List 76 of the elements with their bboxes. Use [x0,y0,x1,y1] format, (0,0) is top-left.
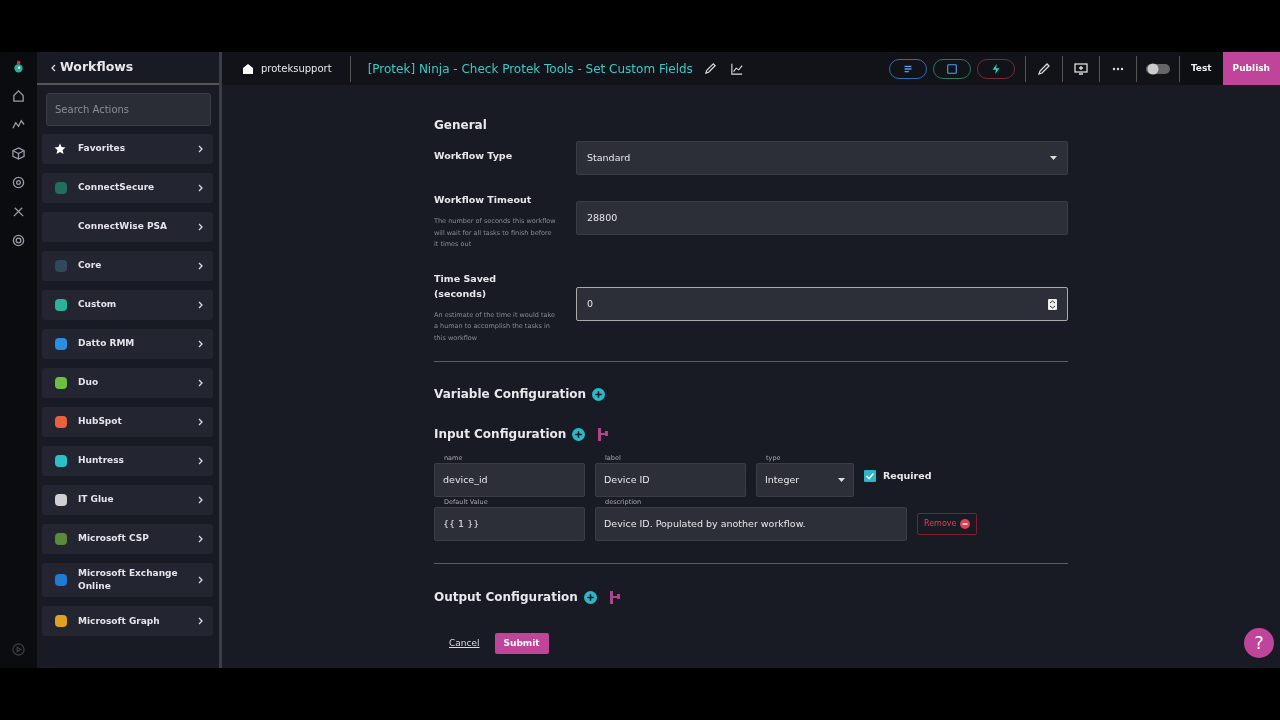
chevron-right-icon [198,379,203,387]
caret-icon [838,478,845,482]
chevron-right-icon [198,576,203,585]
workflow-type-select[interactable]: Standard [576,141,1068,175]
type-select[interactable]: Integer [756,463,854,497]
back-link[interactable]: Workflows [60,58,134,77]
field-label: Time Saved (seconds) [434,272,498,301]
chevron-right-icon [198,145,203,153]
input-field[interactable]: {{ 1 }} [434,507,585,541]
checkbox-label: Required [883,469,932,483]
input-field[interactable]: device_id [434,463,585,497]
add-icon[interactable] [572,427,586,441]
sidebar-item[interactable]: Datto RMM [42,329,213,359]
workflow-title: [Protek] Ninja - Check Protek Tools - Set Custom Fields [366,60,693,78]
toggle-switch[interactable] [1145,62,1170,75]
chevron-right-icon [198,340,203,348]
chevron-right-icon [198,617,203,626]
submit-button[interactable]: Submit [494,633,549,654]
chevron-right-icon [198,496,203,504]
grid-icon [945,62,958,75]
cube-icon[interactable] [12,147,25,160]
caret-icon [1050,156,1057,160]
section-heading: Input Configuration [434,426,567,443]
section-heading: Output Configuration [434,589,578,606]
sidebar-item[interactable]: Favorites [42,134,213,164]
section-heading: General [434,117,488,134]
sidebar-item[interactable]: IT Glue [42,485,213,515]
tree-icon[interactable] [597,427,610,441]
sidebar-item[interactable]: HubSpot [42,407,213,437]
minus-circle-icon [960,519,971,529]
sidebar-item[interactable]: Duo [42,368,213,398]
logo-icon[interactable] [12,60,25,73]
org-name[interactable]: proteksupport [261,61,332,76]
star-icon [54,143,66,155]
chevron-left-icon[interactable] [51,63,56,72]
sidebar-item[interactable]: Microsoft Exchange Online [42,563,213,598]
chevron-right-icon [198,301,203,309]
spinner-icon [1048,298,1057,310]
chart-icon[interactable] [730,62,743,75]
chevron-right-icon [198,262,203,270]
checkbox[interactable] [864,470,876,483]
search-field[interactable]: Search Actions [46,93,211,126]
edit-icon[interactable] [1036,61,1051,76]
sidebar-item[interactable]: ConnectWise PSA [42,212,213,242]
chevron-right-icon [198,184,203,192]
home-icon[interactable] [12,89,25,102]
chart-icon[interactable] [12,118,25,131]
tree-icon[interactable] [608,590,621,604]
chevron-right-icon [198,457,203,465]
test-button[interactable]: Test [1179,52,1223,85]
target-icon[interactable] [12,176,25,189]
remove-button[interactable]: Remove [917,513,978,535]
field-label: Workflow Timeout [434,193,533,207]
input-field[interactable]: Device ID [595,463,746,497]
sidebar-item[interactable]: Microsoft Graph [42,606,213,637]
field-label: Workflow Type [434,149,514,163]
section-heading: Variable Configuration [434,386,587,403]
cancel-link[interactable]: Cancel [449,636,480,651]
sidebar-item[interactable]: Huntress [42,446,213,476]
chevron-right-icon [198,535,203,543]
sidebar-item[interactable]: Microsoft CSP [42,524,213,554]
screen-plus-icon[interactable] [1073,61,1088,76]
chevron-right-icon [198,418,203,426]
add-icon[interactable] [583,590,597,604]
sidebar-item[interactable]: ConnectSecure [42,173,213,203]
sidebar-item[interactable]: Custom [42,290,213,320]
chevron-right-icon [198,223,203,231]
help-button[interactable]: ? [1244,628,1274,658]
home-icon[interactable] [242,63,254,74]
publish-button[interactable]: Publish [1222,52,1280,85]
sidebar-item[interactable]: Core [42,251,213,281]
input-field[interactable]: 28800 [576,201,1068,235]
add-icon[interactable] [592,387,606,401]
edit-icon[interactable] [703,62,717,75]
input-field[interactable]: Device ID. Populated by another workflow. [595,507,907,541]
number-field[interactable]: 0 [576,287,1068,322]
